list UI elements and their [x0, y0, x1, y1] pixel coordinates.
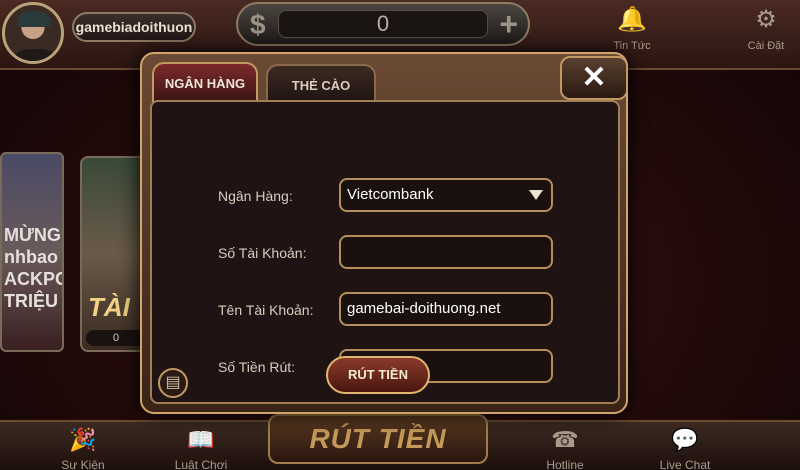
banner-line: MỪNG — [4, 225, 61, 245]
avatar[interactable] — [2, 2, 64, 64]
close-button[interactable]: ✕ — [560, 56, 628, 100]
chat-bubble-icon: 💬 — [671, 427, 699, 452]
hotline-button[interactable]: ☎ Hotline — [520, 428, 610, 470]
tab-scratch-card[interactable]: THẺ CÀO — [266, 64, 376, 104]
jackpot-banner[interactable]: MỪNG nhbao ACKPOT TRIỆU — [0, 152, 64, 352]
banner-line: ACKPOT — [4, 269, 62, 289]
username-badge[interactable]: gamebiadoithuon — [72, 12, 196, 42]
bank-select-value: Vietcombank — [347, 186, 434, 203]
withdraw-title-plate: RÚT TIỀN — [268, 414, 488, 464]
live-chat-label: Live Chat — [659, 458, 711, 470]
settings-label: Cài Đặt — [747, 40, 785, 52]
account-number-input[interactable] — [339, 235, 553, 269]
account-name-label: Tên Tài Khoản: — [218, 302, 314, 318]
rules-book-icon: 📖 — [187, 427, 215, 452]
hotline-label: Hotline — [546, 458, 584, 470]
account-name-input[interactable]: gamebai-doithuong.net — [339, 292, 553, 326]
avatar-hat — [17, 11, 51, 27]
party-popper-icon: 🎉 — [69, 427, 97, 452]
gear-icon: ⚙ — [755, 6, 777, 33]
phone-icon: ☎ — [551, 427, 579, 452]
tai-value: 0 — [86, 330, 146, 346]
withdraw-dialog: NGÂN HÀNG THẺ CÀO ✕ Ngân Hàng: Vietcomba… — [140, 52, 628, 414]
banner-line: nhbao — [4, 247, 58, 267]
news-label: Tin Tức — [613, 40, 651, 52]
dollar-icon: $ — [250, 9, 266, 40]
balance-bar: $ 0 + — [236, 2, 530, 46]
add-funds-button[interactable]: + — [499, 6, 518, 43]
events-label: Sự Kiện — [61, 458, 105, 470]
history-button[interactable]: ▤ — [158, 368, 188, 398]
history-list-icon: ▤ — [165, 374, 181, 391]
amount-label: Số Tiền Rút: — [218, 359, 296, 375]
events-button[interactable]: 🎉 Sự Kiện — [38, 428, 128, 470]
live-chat-button[interactable]: 💬 Live Chat — [640, 428, 730, 470]
bank-label: Ngân Hàng: — [218, 188, 293, 204]
account-number-label: Số Tài Khoản: — [218, 245, 307, 261]
rules-button[interactable]: 📖 Luật Chơi — [156, 428, 246, 470]
banner-line: TRIỆU — [4, 291, 58, 311]
withdraw-submit-button[interactable]: RÚT TIỀN — [326, 356, 430, 394]
balance-value: 0 — [278, 10, 488, 38]
bank-select[interactable]: Vietcombank — [339, 178, 553, 212]
close-icon: ✕ — [581, 61, 607, 94]
jackpot-banner-text: MỪNG nhbao ACKPOT TRIỆU — [2, 224, 62, 312]
game-lobby-screen: gamebiadoithuon $ 0 + 🔔 Tin Tức ⚙ Cài Đặ… — [0, 0, 800, 470]
news-button[interactable]: 🔔 Tin Tức — [602, 6, 662, 52]
bell-icon: 🔔 — [617, 6, 647, 33]
tai-label: TÀI — [88, 292, 130, 322]
tab-bank[interactable]: NGÂN HÀNG — [152, 62, 258, 102]
rules-label: Luật Chơi — [174, 458, 228, 470]
avatar-shirt — [9, 49, 61, 61]
dropdown-arrow-icon — [529, 190, 543, 200]
settings-button[interactable]: ⚙ Cài Đặt — [736, 6, 796, 52]
